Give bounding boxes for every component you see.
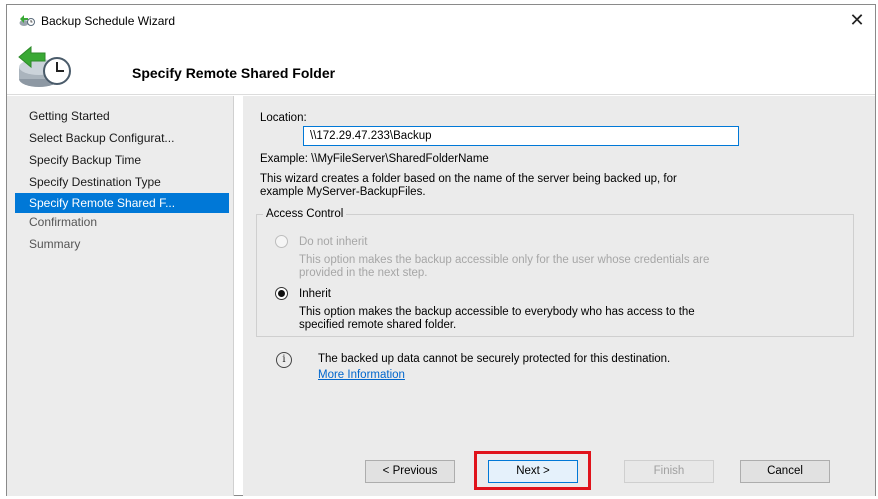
description-line-2: example MyServer-BackupFiles. [260,186,426,198]
access-control-title: Access Control [263,208,347,220]
more-information-link[interactable]: More Information [318,369,405,381]
cancel-button[interactable]: Cancel [740,460,830,483]
step-confirmation: Confirmation [29,215,98,229]
do-not-inherit-label: Do not inherit [299,236,368,248]
description-line-1: This wizard creates a folder based on th… [260,173,677,185]
page-title: Specify Remote Shared Folder [132,65,336,81]
wizard-header: Specify Remote Shared Folder [7,35,875,95]
location-input[interactable] [303,126,739,146]
info-text: The backed up data cannot be securely pr… [318,353,671,365]
wizard-content: Location: Example: \\MyFileServer\Shared… [243,96,875,496]
inherit-desc-1: This option makes the backup accessible … [299,306,695,318]
example-text: Example: \\MyFileServer\SharedFolderName [260,153,489,165]
inherit-desc-2: specified remote shared folder. [299,319,457,331]
close-icon[interactable]: ✕ [845,9,869,31]
sidebar-divider [233,96,234,496]
do-not-inherit-desc-1: This option makes the backup accessible … [299,254,710,266]
do-not-inherit-radio [275,235,288,248]
next-button-highlight [474,451,591,490]
inherit-radio[interactable] [275,287,288,300]
wizard-window: Backup Schedule Wizard ✕ Specify Remote … [6,4,876,496]
step-getting-started[interactable]: Getting Started [15,106,229,126]
do-not-inherit-desc-2: provided in the next step. [299,267,428,279]
previous-button[interactable]: < Previous [365,460,455,483]
step-specify-remote-shared-folder[interactable]: Specify Remote Shared F... [15,193,229,213]
window-title: Backup Schedule Wizard [41,14,176,28]
info-icon: i [276,352,292,368]
step-select-backup-configuration[interactable]: Select Backup Configurat... [15,128,229,148]
step-specify-backup-time[interactable]: Specify Backup Time [15,150,229,170]
finish-button: Finish [624,460,714,483]
backup-clock-icon [15,41,75,91]
title-bar: Backup Schedule Wizard ✕ [7,5,875,35]
inherit-label[interactable]: Inherit [299,288,331,301]
step-summary: Summary [29,237,81,251]
wizard-app-icon [19,13,35,27]
location-label: Location: [260,112,307,124]
wizard-steps-sidebar: Getting Started Select Backup Configurat… [7,96,233,496]
step-specify-destination-type[interactable]: Specify Destination Type [15,172,229,192]
